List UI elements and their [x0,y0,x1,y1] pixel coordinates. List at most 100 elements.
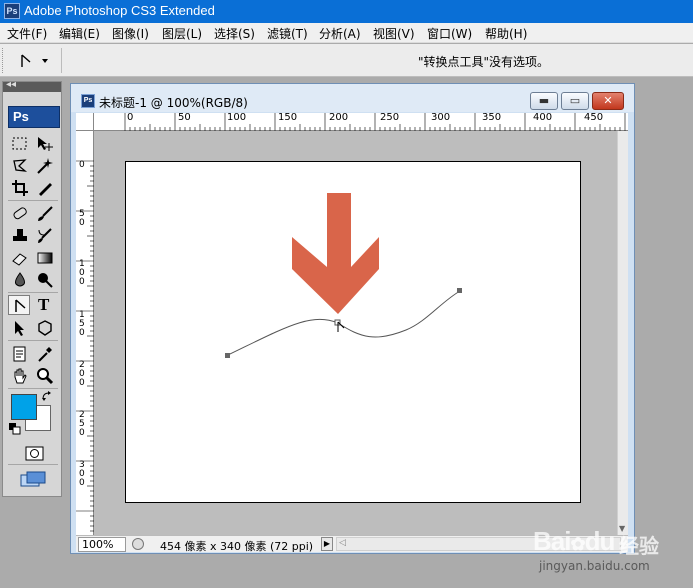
image-canvas[interactable] [125,161,581,503]
healing-brush-icon [13,207,27,220]
ruler-h-label: 400 [533,113,553,123]
brush-tool[interactable] [33,203,55,223]
watermark-cn: 经验 [619,534,659,558]
toolbox-ps-logo[interactable]: Ps [8,106,60,128]
crop-tool[interactable] [8,177,30,197]
blur-tool[interactable] [8,269,30,289]
options-bar-grip[interactable] [2,48,6,73]
ruler-h-label: 450 [584,113,604,123]
ruler-h-label: 350 [482,113,502,123]
menu-view[interactable]: 视图(V) [373,25,415,42]
foreground-color-swatch[interactable] [11,394,37,420]
notes-tool[interactable] [8,343,30,363]
menu-bar: 文件(F) 编辑(E) 图像(I) 图层(L) 选择(S) 滤镜(T) 分析(A… [0,23,693,43]
app-title: Adobe Photoshop CS3 Extended [24,3,215,18]
move-tool[interactable] [33,133,55,153]
quick-mask-mode[interactable] [22,443,46,463]
ruler-v-label: 2 5 0 [79,410,85,438]
horizontal-ruler[interactable]: 0 50 100 150 200 250 300 350 400 450 [94,113,628,131]
toolbox-header[interactable]: ◂◂ [3,79,61,92]
brush-icon [38,206,53,221]
close-button[interactable]: ✕ [592,92,624,110]
maximize-button[interactable]: ▭ [561,92,589,110]
minimize-button[interactable]: ▬ [530,92,558,110]
hand-tool[interactable] [8,365,30,385]
magic-wand-tool[interactable] [33,155,55,175]
rectangular-marquee-tool[interactable] [8,133,30,153]
gradient-tool[interactable] [33,247,55,267]
blur-icon [15,272,25,287]
dodge-tool[interactable] [33,269,55,289]
scroll-left-icon[interactable]: ◁ [339,538,346,548]
slice-tool[interactable] [33,177,55,197]
zoom-tool[interactable] [33,365,55,385]
document-info-icon[interactable] [132,538,144,550]
menu-layer[interactable]: 图层(L) [162,25,202,42]
ruler-h-label: 200 [329,113,349,123]
vertical-scrollbar[interactable]: ▼ [617,131,628,535]
status-menu-button[interactable]: ▶ [321,537,333,551]
shape-tool[interactable] [33,317,55,337]
tool-preset-picker[interactable] [10,49,56,73]
ruler-h-label: 300 [431,113,451,123]
ruler-v-label: 1 5 0 [79,310,85,338]
ruler-h-label: 100 [227,113,247,123]
ruler-origin[interactable] [76,113,94,131]
path-selection-icon [15,321,24,336]
history-brush-icon [38,228,52,243]
watermark-brand: Bai✿du [533,526,615,556]
ruler-h-label: 150 [278,113,298,123]
menu-image[interactable]: 图像(I) [112,25,149,42]
quick-mask-icon [25,446,44,461]
menu-help[interactable]: 帮助(H) [485,25,527,42]
lasso-tool[interactable] [8,155,30,175]
eyedropper-tool[interactable] [33,343,55,363]
ruler-h-label: 0 [127,113,134,123]
options-message: "转换点工具"没有选项。 [418,55,550,69]
ruler-v-label: 3 0 0 [79,460,85,488]
dodge-icon [38,273,53,288]
path-selection-tool[interactable] [8,317,30,337]
pen-convert-point-tool[interactable] [8,295,30,315]
document-client-area: 0 50 100 150 200 250 300 350 400 450 0 5… [76,113,628,535]
anchor-point[interactable] [457,288,462,293]
screen-mode-button[interactable] [16,468,52,490]
screen-mode-icon [20,471,46,487]
menu-edit[interactable]: 编辑(E) [59,25,100,42]
options-separator [61,48,62,73]
clone-stamp-tool[interactable] [8,225,30,245]
zoom-field[interactable]: 100% [78,537,126,552]
lasso-icon [13,159,28,172]
options-bar: "转换点工具"没有选项。 [0,44,693,77]
anchor-point[interactable] [225,353,230,358]
notes-icon [13,346,26,362]
rectangular-marquee-icon [12,137,27,150]
menu-file[interactable]: 文件(F) [7,25,47,42]
menu-window[interactable]: 窗口(W) [427,25,472,42]
type-tool[interactable]: T [33,295,55,315]
maximize-icon: ▭ [569,94,581,107]
document-title-bar[interactable]: Ps 未标题-1 @ 100%(RGB/8) ▬ ▭ ✕ [71,84,634,112]
history-brush-tool[interactable] [33,225,55,245]
document-title: 未标题-1 @ 100%(RGB/8) [99,96,248,110]
menu-analysis[interactable]: 分析(A) [319,25,361,42]
eraser-tool[interactable] [8,247,30,267]
convert-point-cursor-icon [337,321,345,332]
menu-filter[interactable]: 滤镜(T) [267,25,308,42]
slice-icon [39,183,52,196]
shape-icon [38,320,52,336]
menu-select[interactable]: 选择(S) [214,25,255,42]
pen-convert-point-icon [15,299,26,312]
move-icon [38,137,53,151]
healing-brush-tool[interactable] [8,203,30,223]
document-icon: Ps [81,94,95,108]
ruler-h-label: 250 [380,113,400,123]
down-arrow-annotation [292,193,379,314]
collapse-icon[interactable]: ◂◂ [6,79,16,90]
toolbox-panel: ◂◂ Ps T [2,79,62,497]
default-colors-icon[interactable] [9,423,21,435]
vertical-ruler[interactable]: 0 5 0 1 0 0 1 5 0 2 0 0 2 5 0 3 0 0 [76,131,94,535]
magic-wand-icon [37,158,53,174]
swap-colors-icon[interactable] [41,390,53,402]
zoom-icon [37,368,54,385]
